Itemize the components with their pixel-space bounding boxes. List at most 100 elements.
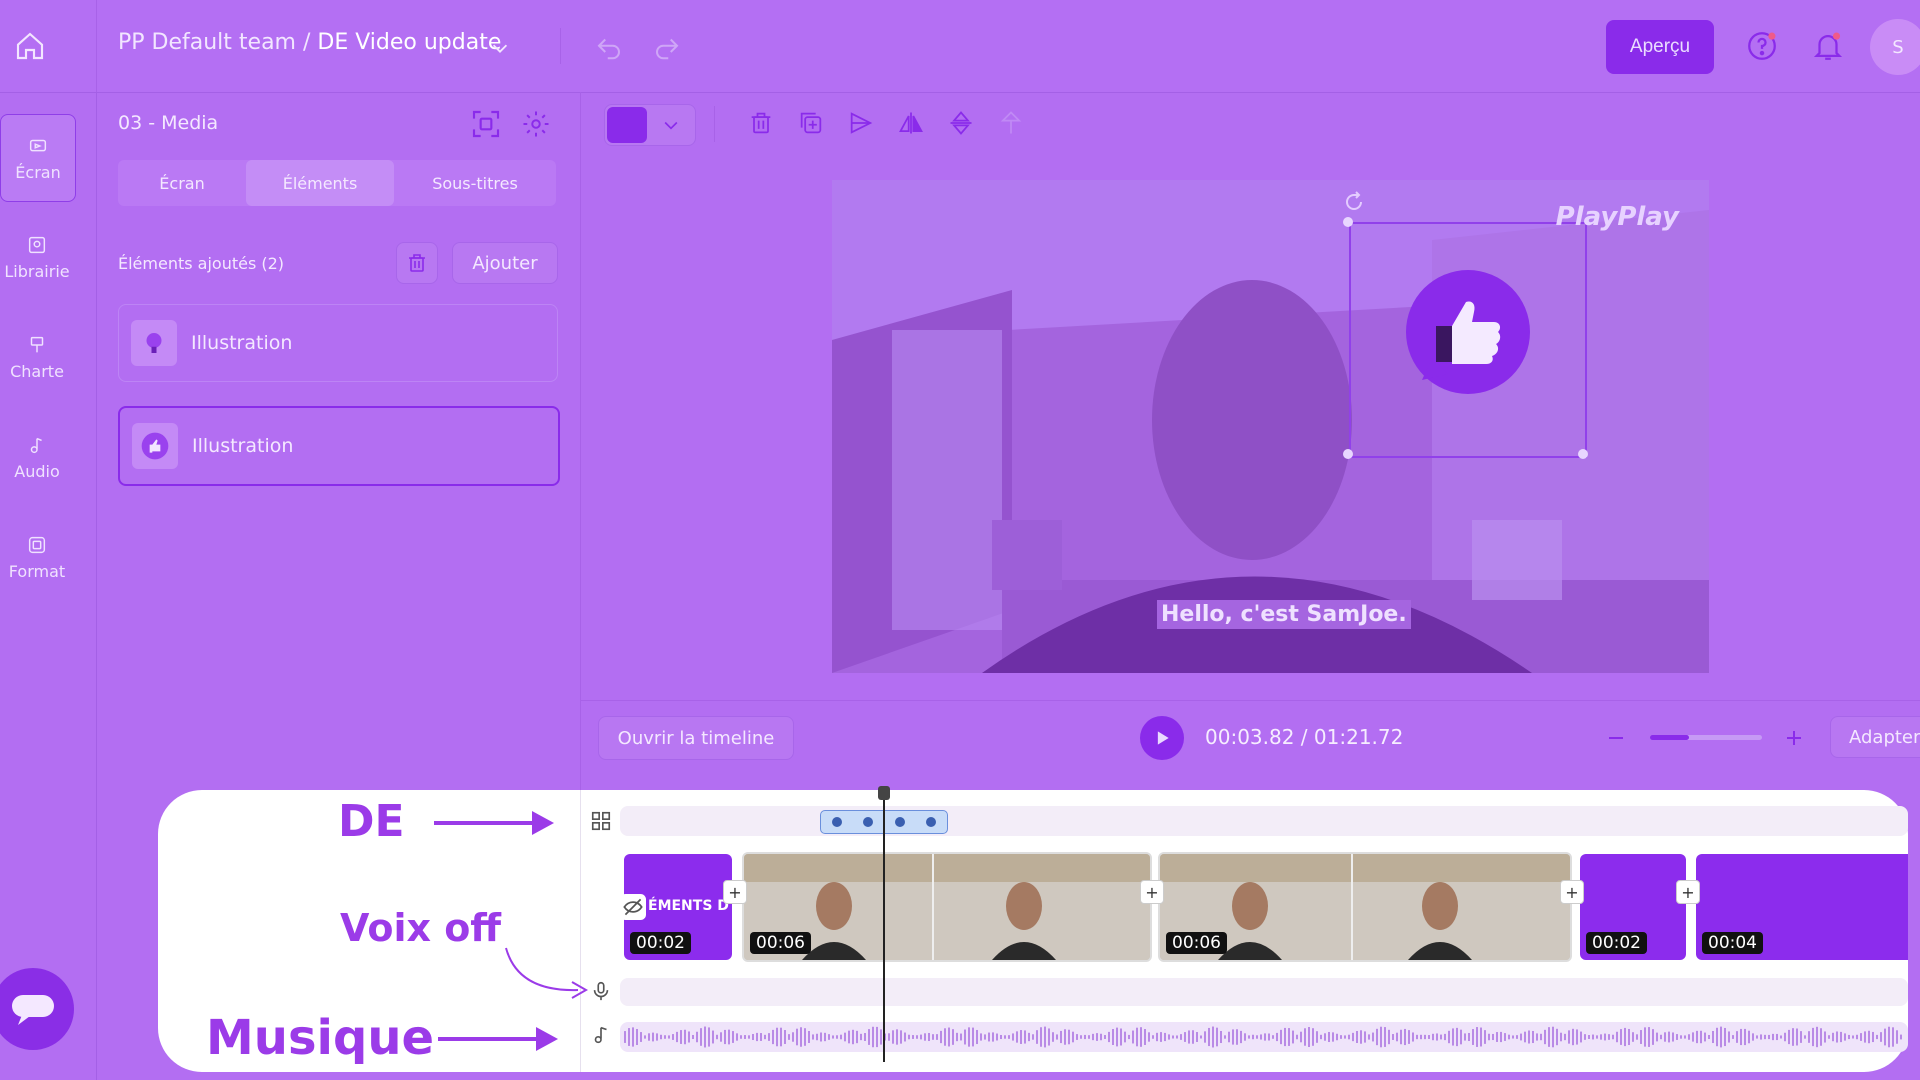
add-transition-button[interactable]: + [1560,880,1584,904]
zoom-out-icon[interactable] [1604,726,1628,750]
waveform-bar [1760,1034,1762,1040]
waveform-bar [1868,1030,1870,1044]
zoom-slider[interactable] [1650,735,1762,740]
resize-handle[interactable] [1578,449,1588,459]
redo-icon[interactable] [650,30,684,64]
fit-button[interactable]: Adapter [1830,716,1920,758]
waveform-bar [1168,1034,1170,1040]
playhead-handle[interactable] [878,786,890,800]
element-card-selected[interactable]: Illustration [118,406,560,486]
gear-icon[interactable] [518,106,554,142]
waveform-bar [1008,1035,1010,1039]
tab-elements[interactable]: Éléments [246,160,394,206]
rail-item-audio[interactable]: Audio [0,414,74,500]
waveform-bar [1544,1029,1546,1045]
waveform-bar [1468,1032,1470,1042]
zoom-in-icon[interactable] [1782,726,1806,750]
music-track[interactable] [620,1022,1908,1052]
tab-screen[interactable]: Écran [118,160,246,206]
waveform-bar [1392,1034,1394,1040]
waveform-bar [688,1031,690,1043]
waveform-bar [1820,1028,1822,1046]
thumbs-up-illustration[interactable] [1402,270,1532,400]
video-preview[interactable]: PlayPlay Hello, c'est SamJoe. [832,180,1709,673]
rail-item-library[interactable]: Librairie [0,214,74,300]
add-element-button[interactable]: Ajouter [452,242,558,284]
waveform-bar [1888,1026,1890,1048]
grid-icon[interactable] [590,810,612,832]
waveform-bar [656,1033,658,1041]
delete-elements-button[interactable] [396,242,438,284]
resize-handle[interactable] [1343,449,1353,459]
waveform-bar [1332,1032,1334,1042]
thumbs-up-icon [141,432,169,460]
clip-video[interactable]: 00:06 [742,852,1152,962]
waveform-bar [996,1033,998,1041]
waveform-bar [1564,1033,1566,1041]
resize-handle[interactable] [1343,217,1353,227]
play-button[interactable] [1140,716,1184,760]
breadcrumb-team[interactable]: PP Default team [118,30,296,55]
voiceover-track[interactable] [620,978,1908,1006]
add-transition-button[interactable]: + [723,880,747,904]
tab-subtitles[interactable]: Sous-titres [394,160,556,206]
breadcrumb-project[interactable]: DE Video update [317,30,501,55]
subtitle-text[interactable]: Hello, c'est SamJoe. [1157,600,1411,629]
focus-icon[interactable] [468,106,504,142]
bell-icon[interactable] [1810,28,1846,64]
waveform-bar [780,1027,782,1047]
waveform-bar [1876,1034,1878,1040]
element-card[interactable]: Illustration [118,304,558,382]
waveform-bar [716,1034,718,1040]
arrange-icon[interactable] [994,106,1028,140]
rail-item-charte[interactable]: Charte [0,314,74,400]
music-note-icon[interactable] [590,1024,612,1046]
avatar[interactable]: S [1870,19,1920,75]
delete-icon[interactable] [744,106,778,140]
waveform-bar [1576,1029,1578,1045]
waveform-bar [768,1033,770,1041]
eye-off-icon[interactable] [620,894,646,920]
color-picker[interactable] [604,104,696,146]
divider [96,0,97,92]
flip-vertical-icon[interactable] [944,106,978,140]
waveform-bar [1252,1034,1254,1040]
waveform-bar [1436,1033,1438,1041]
undo-icon[interactable] [592,30,626,64]
rail-item-screen[interactable]: Écran [0,114,76,202]
waveform-bar [1664,1032,1666,1042]
waveform-bar [1596,1035,1598,1039]
waveform-bar [664,1035,666,1039]
chevron-down-icon[interactable] [661,115,681,135]
preview-button[interactable]: Aperçu [1606,20,1714,74]
element-track[interactable] [620,806,1908,836]
playhead[interactable] [883,790,885,1062]
clip-outro[interactable]: 00:04 [1696,854,1908,960]
microphone-icon[interactable] [590,980,612,1002]
flip-horizontal-icon[interactable] [894,106,928,140]
open-timeline-button[interactable]: Ouvrir la timeline [598,716,794,760]
time-separator: / [1294,725,1314,749]
breadcrumb[interactable]: PP Default team / DE Video update [118,30,501,55]
chevron-down-icon[interactable] [486,34,514,62]
waveform-bar [700,1028,702,1046]
waveform-bar [1012,1033,1014,1041]
clip-duration: 00:04 [1702,932,1763,954]
waveform-bar [824,1032,826,1042]
home-icon[interactable] [10,26,50,66]
duplicate-icon[interactable] [794,106,828,140]
send-backward-icon[interactable] [844,106,878,140]
clip-transition[interactable]: 00:02 [1580,854,1686,960]
rail-item-format[interactable]: Format [0,514,74,600]
waveform-bar [904,1032,906,1042]
help-icon[interactable] [1744,28,1780,64]
rotate-icon[interactable] [1342,190,1366,214]
clip-video[interactable]: 00:06 [1158,852,1572,962]
time-display: 00:03.82 / 01:21.72 [1205,725,1403,749]
add-transition-button[interactable]: + [1140,880,1164,904]
color-swatch[interactable] [607,107,647,143]
waveform-bar [948,1027,950,1047]
add-transition-button[interactable]: + [1676,880,1700,904]
waveform-bar [1572,1028,1574,1046]
waveform-bar [1364,1031,1366,1043]
